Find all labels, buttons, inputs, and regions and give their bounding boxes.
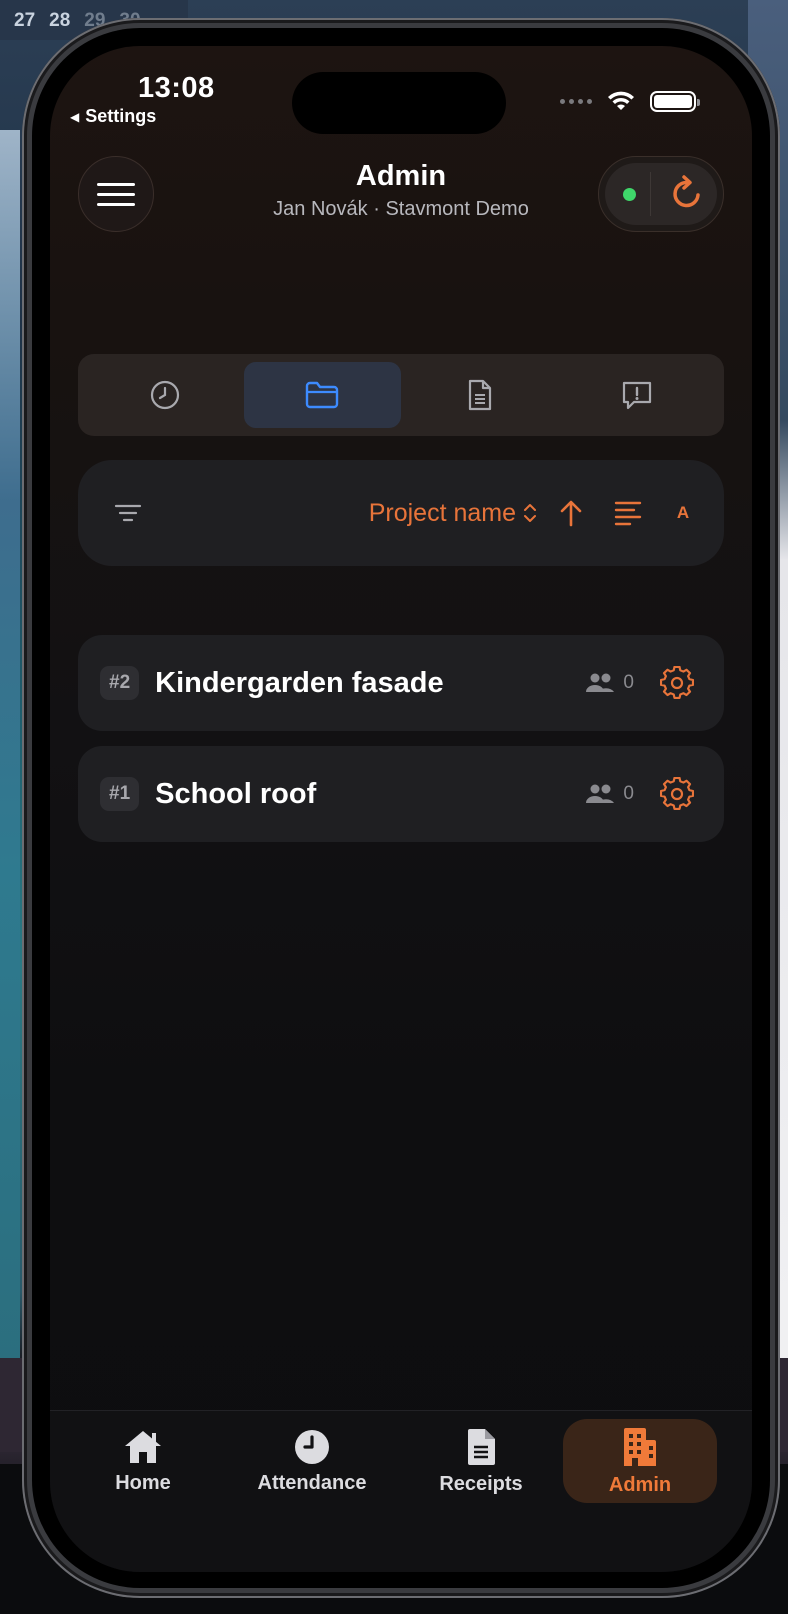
tab-attendance-label: Attendance (257, 1471, 367, 1494)
receipt-icon (468, 1428, 495, 1465)
project-members: 0 (585, 672, 634, 694)
tab-documents[interactable] (401, 362, 559, 428)
bottom-tab-bar: Home Attendance Receipts Admin (50, 1410, 752, 1572)
online-status-dot (623, 187, 636, 201)
filter-icon[interactable] (114, 503, 142, 523)
alphabetical-toggle[interactable]: A (672, 503, 694, 523)
tab-projects[interactable] (243, 362, 401, 428)
admin-section-tabs (78, 354, 724, 436)
member-count: 0 (623, 783, 634, 804)
tab-attendance[interactable]: Attendance (235, 1419, 389, 1503)
clock-icon (150, 380, 179, 410)
dynamic-island (292, 72, 506, 134)
home-icon (125, 1430, 161, 1463)
member-count: 0 (623, 672, 634, 693)
wifi-icon (608, 91, 634, 110)
building-icon (624, 1427, 656, 1466)
project-settings-button[interactable] (660, 666, 694, 700)
sort-field-label: Project name (368, 498, 516, 527)
project-name: Kindergarden fasade (155, 666, 444, 699)
project-settings-button[interactable] (660, 777, 694, 811)
tab-admin-label: Admin (608, 1473, 672, 1496)
project-id-badge: #2 (100, 666, 140, 700)
background-window-left (0, 130, 20, 1370)
tab-attendance-log[interactable] (86, 362, 244, 428)
sync-divider (650, 172, 651, 216)
refresh-icon (673, 175, 700, 208)
project-row[interactable]: #1 School roof 0 (78, 746, 724, 842)
app-screen: 13:08 ◀ Settings Admin Jan Novák · Stavm… (50, 46, 752, 1572)
sync-pill-inner (605, 163, 717, 225)
sort-direction-button[interactable] (558, 498, 584, 528)
sync-status-button[interactable] (598, 156, 724, 232)
tab-home-label: Home (115, 1471, 171, 1494)
calendar-day: 28 (49, 10, 71, 31)
gear-icon (660, 777, 694, 811)
sort-bar: Project name A (78, 460, 724, 566)
back-to-settings-link[interactable]: ◀ Settings (70, 106, 156, 127)
users-icon (586, 673, 615, 692)
tab-reports[interactable] (559, 362, 717, 428)
document-icon (468, 379, 491, 411)
tab-admin[interactable]: Admin (563, 1419, 717, 1503)
tab-home[interactable]: Home (66, 1419, 220, 1503)
sort-field-select[interactable]: Project name (369, 499, 538, 528)
project-id-badge: #1 (100, 777, 140, 811)
battery-icon (650, 90, 700, 112)
back-label: Settings (85, 106, 157, 126)
project-members: 0 (585, 783, 634, 805)
users-icon (586, 784, 615, 803)
tab-receipts-label: Receipts (439, 1472, 523, 1495)
cellular-signal-icon (560, 98, 592, 104)
project-row[interactable]: #2 Kindergarden fasade 0 (78, 635, 724, 731)
folder-icon (306, 381, 339, 409)
tab-receipts[interactable]: Receipts (404, 1419, 558, 1503)
align-left-icon (614, 501, 642, 526)
alert-message-icon (623, 381, 652, 410)
status-time: 13:08 (138, 72, 215, 104)
chevron-up-down-icon (524, 504, 536, 522)
status-indicators (560, 90, 700, 112)
back-triangle-icon: ◀ (70, 109, 80, 124)
calendar-day: 27 (14, 10, 36, 31)
project-name: School roof (155, 777, 317, 810)
clock-filled-icon (295, 1429, 329, 1464)
text-align-button[interactable] (614, 500, 642, 526)
arrow-up-icon (560, 500, 582, 527)
gear-icon (660, 666, 694, 700)
